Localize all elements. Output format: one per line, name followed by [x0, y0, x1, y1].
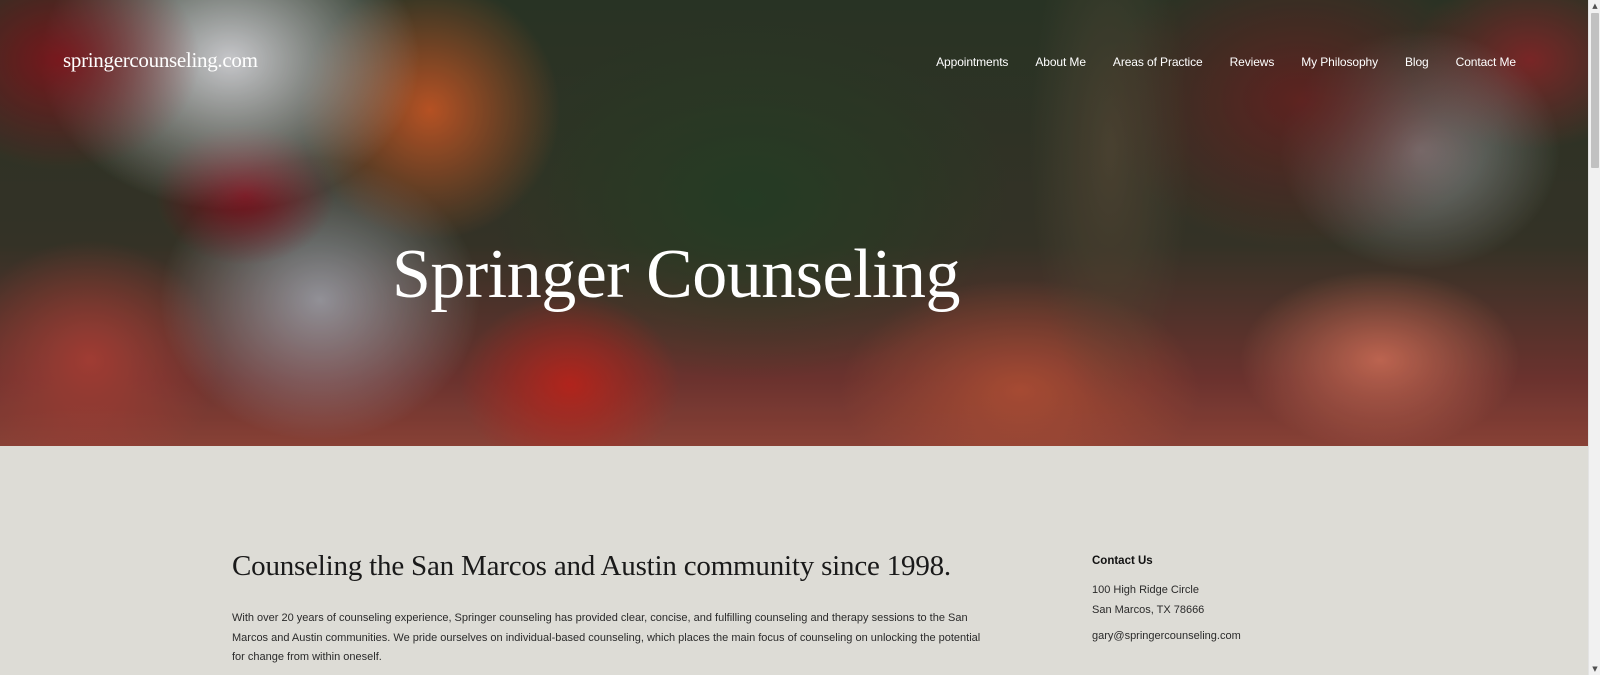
intro-paragraph: With over 20 years of counseling experie… — [232, 612, 981, 663]
site-logo-link[interactable]: springercounseling.com — [63, 48, 258, 73]
main-nav: Appointments About Me Areas of Practice … — [936, 55, 1516, 69]
nav-link-about-me[interactable]: About Me — [1035, 55, 1086, 69]
nav-link-areas-of-practice[interactable]: Areas of Practice — [1113, 55, 1203, 69]
page: springercounseling.com Appointments Abou… — [0, 0, 1600, 675]
nav-link-reviews[interactable]: Reviews — [1230, 55, 1275, 69]
nav-link-appointments[interactable]: Appointments — [936, 55, 1008, 69]
contact-address-line-2: San Marcos, TX 78666 — [1092, 603, 1205, 616]
scroll-up-arrow-icon[interactable]: ▲ — [1590, 0, 1600, 12]
scroll-down-arrow-icon[interactable]: ▼ — [1590, 663, 1600, 675]
intro-heading: Counseling the San Marcos and Austin com… — [232, 550, 951, 582]
nav-link-blog[interactable]: Blog — [1405, 55, 1429, 69]
scroll-thumb[interactable] — [1591, 13, 1599, 168]
contact-address-line-1: 100 High Ridge Circle — [1092, 584, 1199, 596]
nav-link-contact-me[interactable]: Contact Me — [1456, 55, 1516, 69]
contact-email-link[interactable]: gary@springercounseling.com — [1092, 630, 1342, 642]
nav-link-my-philosophy[interactable]: My Philosophy — [1301, 55, 1378, 69]
contact-title: Contact Us — [1092, 555, 1153, 567]
vertical-scrollbar[interactable]: ▲ ▼ — [1588, 0, 1600, 675]
hero-banner: springercounseling.com Appointments Abou… — [0, 0, 1589, 446]
contact-block: Contact Us 100 High Ridge Circle San Mar… — [1092, 555, 1342, 642]
hero-title: Springer Counseling — [392, 236, 960, 313]
